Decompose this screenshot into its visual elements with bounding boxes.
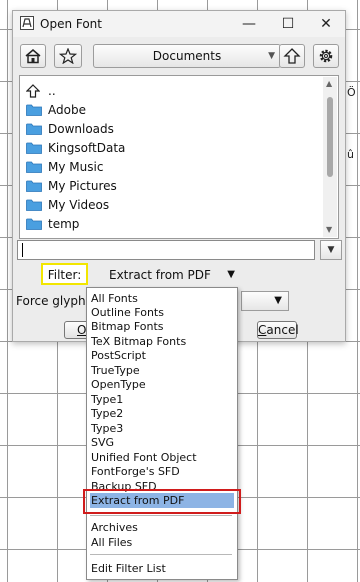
menu-separator [90, 515, 232, 516]
menu-item[interactable]: Archives [90, 520, 234, 535]
highlight-annotation-box [83, 489, 241, 514]
file-list-scrollbar[interactable]: ▲ ▼ [323, 77, 337, 237]
chevron-down-icon: ▼ [274, 295, 282, 306]
filter-dropdown-menu: All Fonts Outline Fonts Bitmap Fonts TeX… [86, 287, 238, 580]
cancel-button[interactable]: Cancel [257, 321, 299, 339]
menu-item[interactable]: SVG [90, 435, 234, 450]
chevron-down-icon: ▼ [268, 51, 275, 61]
filename-input[interactable] [17, 240, 315, 260]
folder-icon [26, 104, 42, 116]
folder-icon [26, 161, 42, 173]
filter-label-text: Filter: [47, 268, 82, 282]
menu-item[interactable]: Edit Filter List [90, 561, 234, 576]
settings-button[interactable] [313, 44, 339, 68]
title-bar: Open Font — ☐ ✕ [13, 11, 345, 37]
menu-item[interactable]: Type2 [90, 406, 234, 421]
chevron-down-icon: ▼ [227, 269, 235, 280]
list-item-label: Downloads [48, 122, 114, 136]
file-list[interactable]: .. Adobe Downloads KingsoftData My Music [19, 75, 339, 239]
force-glyph-label: Force glyph n [16, 294, 97, 308]
menu-item[interactable]: FontForge's SFD [90, 464, 234, 479]
location-dropdown[interactable]: Documents ▼ [93, 44, 281, 68]
list-item-label: Adobe [48, 103, 86, 117]
close-button[interactable]: ✕ [315, 14, 337, 34]
minimize-button[interactable]: — [238, 14, 260, 34]
glyph-cell-label: Ö [347, 86, 356, 99]
filter-dropdown[interactable]: Extract from PDF ▼ [97, 266, 239, 284]
maximize-button[interactable]: ☐ [277, 14, 299, 34]
list-item-label: KingsoftData [48, 141, 126, 155]
fontforge-app-icon [20, 16, 34, 30]
chevron-down-icon: ▼ [327, 245, 335, 255]
menu-item[interactable]: All Files [90, 535, 234, 550]
menu-item[interactable]: Outline Fonts [90, 305, 234, 320]
bookmark-button[interactable] [54, 44, 82, 68]
force-glyph-dropdown[interactable]: ▼ [241, 291, 289, 311]
filter-dropdown-value: Extract from PDF [109, 268, 211, 282]
up-arrow-icon [283, 48, 301, 64]
filter-label: Filter: [41, 263, 88, 285]
home-button[interactable] [20, 44, 46, 68]
glyph-cell-label: û [347, 148, 354, 161]
list-item-label: My Music [48, 160, 104, 174]
up-arrow-icon [26, 84, 40, 98]
window-title: Open Font [40, 17, 102, 31]
folder-icon [26, 123, 42, 135]
home-icon [25, 49, 41, 64]
menu-item[interactable]: OpenType [90, 377, 234, 392]
menu-item[interactable]: Bitmap Fonts [90, 319, 234, 334]
text-cursor [22, 243, 23, 257]
cancel-button-label: ancel [266, 323, 299, 337]
menu-item[interactable]: PostScript [90, 348, 234, 363]
folder-icon [26, 180, 42, 192]
menu-item[interactable]: TrueType [90, 363, 234, 378]
folder-icon [26, 218, 42, 230]
menu-item[interactable]: Unified Font Object [90, 450, 234, 465]
star-icon [59, 48, 77, 64]
list-item-label: .. [48, 84, 56, 98]
menu-item[interactable]: Type3 [90, 421, 234, 436]
folder-icon [26, 142, 42, 154]
scroll-down-icon: ▼ [326, 225, 333, 234]
menu-item[interactable]: TeX Bitmap Fonts [90, 334, 234, 349]
menu-separator [90, 554, 232, 555]
list-item-label: My Videos [48, 198, 110, 212]
menu-item[interactable]: Type1 [90, 392, 234, 407]
filename-history-dropdown[interactable]: ▼ [320, 240, 342, 260]
parent-directory-button[interactable] [279, 44, 305, 68]
location-label: Documents [152, 49, 222, 63]
list-item-label: My Pictures [48, 179, 117, 193]
gear-icon [319, 49, 333, 63]
scrollbar-thumb[interactable] [327, 97, 333, 177]
list-item-label: temp [48, 217, 80, 231]
scroll-up-icon: ▲ [326, 79, 333, 88]
folder-icon [26, 199, 42, 211]
menu-item[interactable]: All Fonts [90, 291, 234, 306]
